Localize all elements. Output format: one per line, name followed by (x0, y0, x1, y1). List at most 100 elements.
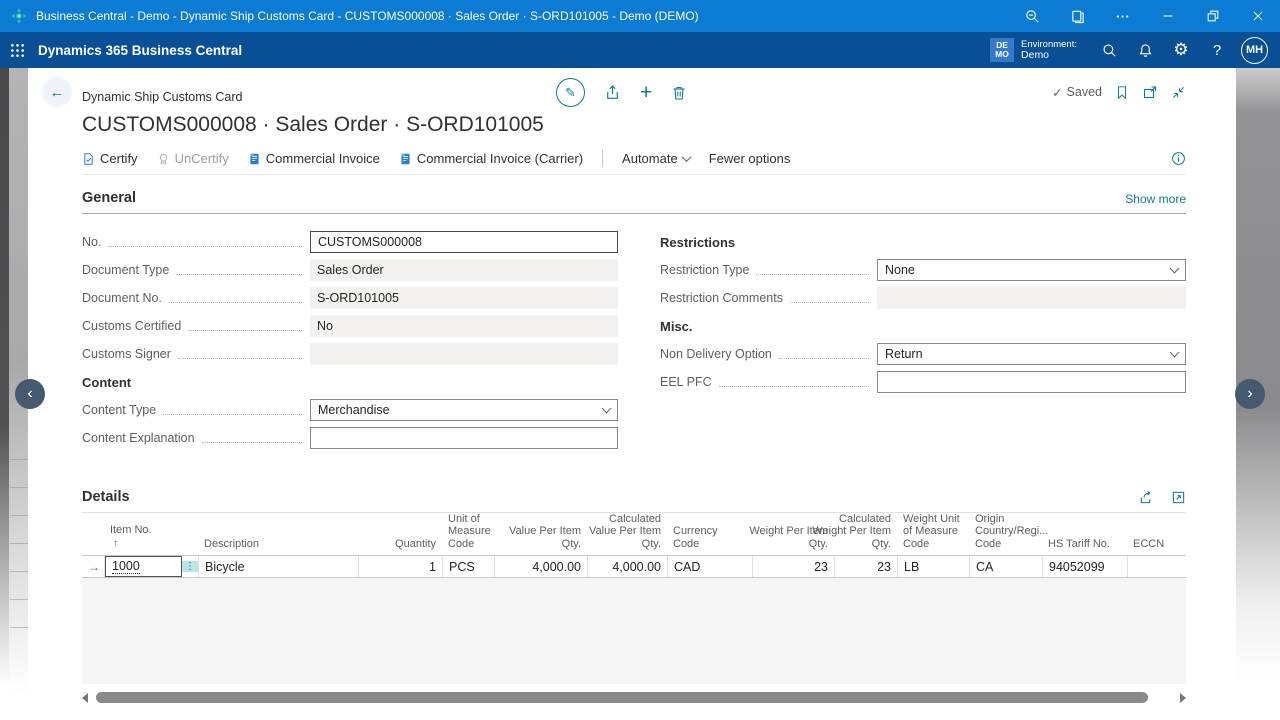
column-header-calculated-weight[interactable]: Calculated Weight Per Item Qty. (834, 513, 897, 551)
action-bar-divider (602, 150, 603, 167)
search-icon[interactable] (1091, 32, 1127, 68)
next-record-button[interactable]: › (1235, 379, 1265, 409)
commercial-invoice-carrier-button[interactable]: Commercial Invoice (Carrier) (399, 151, 583, 166)
field-label: Customs Certified (82, 319, 181, 333)
certify-icon (82, 152, 95, 166)
table-empty-area (82, 578, 1186, 684)
column-header-currency-code[interactable]: Currency Code (667, 525, 752, 550)
item-no-value[interactable]: 1000 (105, 556, 182, 577)
general-columns: No. CUSTOMS000008 Document Type Sales Or… (82, 214, 1186, 455)
share-icon[interactable] (1138, 490, 1154, 505)
row-context-menu-icon[interactable]: ⋮ (182, 561, 198, 572)
unit-of-measure-cell[interactable]: PCS (442, 556, 494, 577)
table-row[interactable]: → 1000 ⋮ Bicycle 1 PCS 4,000.00 4,000.00… (82, 555, 1186, 578)
environment-badge[interactable]: DE MO (990, 38, 1014, 62)
column-header-quantity[interactable]: Quantity (358, 538, 442, 551)
scroll-left-icon[interactable] (82, 693, 88, 703)
currency-code-cell[interactable]: CAD (667, 556, 752, 577)
weight-unit-cell[interactable]: LB (897, 556, 969, 577)
calculated-value-cell[interactable]: 4,000.00 (587, 556, 667, 577)
recent-pages-icon[interactable] (1055, 0, 1100, 32)
eccn-cell[interactable] (1127, 556, 1186, 577)
back-button[interactable]: ← (42, 77, 72, 107)
window-title: Business Central - Demo - Dynamic Ship C… (36, 9, 1010, 23)
field-label: Restriction Comments (660, 291, 783, 305)
automate-menu-button[interactable]: Automate (622, 151, 690, 166)
dotted-leader (108, 246, 302, 247)
minimize-button[interactable] (1145, 0, 1190, 32)
commercial-invoice-button[interactable]: Commercial Invoice (248, 151, 380, 166)
new-record-plus-icon[interactable]: + (640, 83, 652, 103)
settings-gear-icon[interactable]: ⚙ (1163, 32, 1199, 68)
show-more-link[interactable]: Show more (1125, 192, 1186, 206)
bookmark-icon[interactable] (1115, 85, 1129, 100)
collapse-page-icon[interactable] (1171, 85, 1186, 100)
column-header-value-per-item[interactable]: Value Per Item Qty. (494, 525, 587, 550)
report-icon (248, 152, 261, 166)
edit-pencil-icon[interactable]: ✎ (556, 78, 585, 107)
dotted-leader (719, 386, 869, 387)
app-launcher-icon[interactable] (0, 32, 34, 68)
general-section-header[interactable]: General Show more (82, 190, 1186, 214)
content-type-select[interactable]: Merchandise (310, 399, 618, 421)
column-header-item-no[interactable]: Item No.↑ (104, 524, 198, 550)
close-button[interactable] (1235, 0, 1280, 32)
page-header-actions: ✎ + (556, 78, 687, 107)
column-header-unit-of-measure[interactable]: Unit of Measure Code (442, 513, 494, 551)
scrollbar-thumb[interactable] (96, 692, 1147, 703)
fewer-options-button[interactable]: Fewer options (709, 151, 791, 166)
background-list-rows (10, 432, 28, 628)
column-header-weight-unit[interactable]: Weight Unit of Measure Code (897, 513, 969, 551)
column-header-calculated-value[interactable]: Calculated Value Per Item Qty. (587, 513, 667, 551)
content-explanation-input[interactable] (310, 427, 618, 449)
saved-check-icon: ✓ (1052, 85, 1062, 100)
quantity-cell[interactable]: 1 (358, 556, 442, 577)
calculated-weight-cell[interactable]: 23 (834, 556, 897, 577)
open-in-new-window-icon[interactable] (1142, 84, 1158, 100)
chevron-down-icon (681, 152, 691, 162)
notifications-bell-icon[interactable] (1127, 32, 1163, 68)
environment-info: Environment: Demo (1021, 39, 1077, 61)
scrollbar-track[interactable] (92, 692, 1176, 703)
hs-tariff-no-cell[interactable]: 94052099 (1042, 556, 1127, 577)
value-per-item-cell[interactable]: 4,000.00 (494, 556, 587, 577)
uncertify-button[interactable]: UnCertify (157, 151, 229, 166)
page-status-actions: ✓ Saved (1052, 84, 1186, 100)
horizontal-scrollbar[interactable] (82, 691, 1186, 704)
zoom-out-icon[interactable] (1010, 0, 1055, 32)
description-cell[interactable]: Bicycle (198, 556, 358, 577)
origin-country-cell[interactable]: CA (969, 556, 1042, 577)
info-icon[interactable] (1171, 151, 1186, 166)
restriction-type-select[interactable]: None (877, 259, 1186, 281)
column-header-hs-tariff-no[interactable]: HS Tariff No. (1042, 538, 1127, 551)
page-title: CUSTOMS000008 · Sales Order · S-ORD10100… (82, 113, 1236, 137)
report-icon (399, 152, 412, 166)
restore-button[interactable] (1190, 0, 1235, 32)
field-label: Document Type (82, 263, 169, 277)
share-icon[interactable] (604, 84, 621, 101)
field-label: Document No. (82, 291, 162, 305)
eel-pfc-input[interactable] (877, 371, 1186, 393)
general-heading: General (82, 190, 136, 206)
user-avatar[interactable]: MH (1241, 37, 1268, 64)
delete-trash-icon[interactable] (671, 85, 687, 101)
previous-record-button[interactable]: ‹ (15, 379, 45, 409)
help-icon[interactable]: ? (1199, 32, 1235, 68)
dotted-leader (188, 330, 302, 331)
customs-signer-field (310, 343, 618, 365)
open-in-excel-icon[interactable] (1171, 490, 1186, 505)
field-restriction-comments: Restriction Comments (660, 287, 1186, 309)
column-header-eccn[interactable]: ECCN (1127, 538, 1186, 551)
details-section-header[interactable]: Details (82, 489, 1186, 513)
column-header-origin-country[interactable]: Origin Country/Regi... Code (969, 513, 1042, 551)
column-header-description[interactable]: Description (198, 538, 358, 551)
more-options-icon[interactable] (1100, 0, 1145, 32)
field-eel-pfc: EEL PFC (660, 371, 1186, 393)
no-input[interactable]: CUSTOMS000008 (310, 231, 618, 253)
certify-button[interactable]: Certify (82, 151, 138, 166)
non-delivery-option-select[interactable]: Return (877, 343, 1186, 365)
weight-per-item-cell[interactable]: 23 (752, 556, 834, 577)
app-title[interactable]: Dynamics 365 Business Central (38, 43, 990, 58)
scroll-right-icon[interactable] (1180, 693, 1186, 703)
item-no-cell[interactable]: 1000 ⋮ (104, 556, 198, 577)
